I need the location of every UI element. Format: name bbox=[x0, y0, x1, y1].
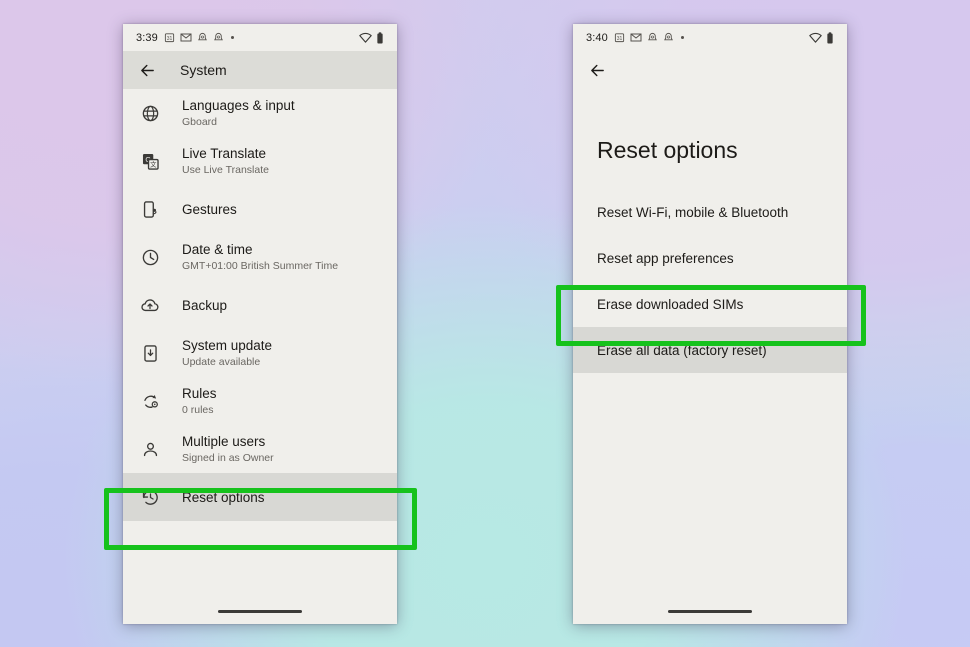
reset-options-list: Reset Wi-Fi, mobile & Bluetooth Reset ap… bbox=[573, 189, 847, 373]
list-item-label: Reset Wi-Fi, mobile & Bluetooth bbox=[597, 204, 789, 220]
back-arrow-icon[interactable] bbox=[589, 62, 606, 79]
list-item-erase-all-data-factory-reset[interactable]: Erase all data (factory reset) bbox=[573, 327, 847, 373]
list-item-title: Date & time bbox=[182, 242, 253, 257]
list-item-reset-app-preferences[interactable]: Reset app preferences bbox=[573, 235, 847, 281]
list-item-title: Backup bbox=[182, 297, 228, 313]
list-item-subtitle: Gboard bbox=[182, 116, 218, 128]
gestures-icon bbox=[137, 200, 163, 219]
notification-icon bbox=[213, 32, 223, 41]
svg-text:文: 文 bbox=[150, 159, 157, 168]
status-bar-system-icons bbox=[359, 31, 384, 44]
sidebar-item-languages-input[interactable]: Languages & input Gboard bbox=[123, 89, 397, 137]
list-item-label: Erase downloaded SIMs bbox=[597, 296, 744, 312]
list-item-text: Rules 0 rules bbox=[182, 385, 217, 417]
phone-screenshot-left: 3:39 31 System Languages & input Gboard … bbox=[123, 24, 397, 624]
system-update-icon bbox=[137, 344, 163, 363]
clock-icon bbox=[137, 248, 163, 267]
list-item-text: Gestures bbox=[182, 201, 237, 218]
notification-icon bbox=[663, 32, 673, 41]
calendar-icon: 31 bbox=[614, 33, 624, 43]
notification-icon bbox=[647, 32, 657, 41]
sidebar-item-date-time[interactable]: Date & time GMT+01:00 British Summer Tim… bbox=[123, 233, 397, 281]
list-item-subtitle: GMT+01:00 British Summer Time bbox=[182, 260, 339, 272]
list-item-title: Reset options bbox=[182, 489, 265, 505]
list-item-title: Multiple users bbox=[182, 434, 266, 449]
status-bar-notification-icons: 31 bbox=[164, 32, 234, 43]
svg-text:31: 31 bbox=[167, 36, 173, 42]
phone-screenshot-right: 3:40 31 Reset options Reset Wi-Fi, mobil… bbox=[573, 24, 847, 624]
battery-icon bbox=[377, 31, 383, 44]
person-icon bbox=[137, 440, 163, 459]
globe-icon bbox=[137, 104, 163, 123]
wifi-icon bbox=[809, 32, 822, 43]
history-icon bbox=[137, 488, 163, 507]
battery-icon bbox=[827, 31, 833, 44]
status-bar-notification-icons: 31 bbox=[614, 32, 684, 43]
list-item-subtitle: 0 rules bbox=[182, 404, 214, 416]
wifi-icon bbox=[359, 32, 372, 43]
list-item-title: Live Translate bbox=[182, 146, 267, 161]
sidebar-item-multiple-users[interactable]: Multiple users Signed in as Owner bbox=[123, 425, 397, 473]
calendar-icon: 31 bbox=[164, 33, 174, 43]
sidebar-item-backup[interactable]: Backup bbox=[123, 281, 397, 329]
status-bar-right: 3:40 31 bbox=[573, 24, 847, 51]
sidebar-item-gestures[interactable]: Gestures bbox=[123, 185, 397, 233]
gmail-icon bbox=[180, 33, 192, 42]
status-bar-left: 3:39 31 bbox=[123, 24, 397, 51]
more-dot-icon bbox=[230, 36, 234, 39]
list-item-label: Erase all data (factory reset) bbox=[597, 342, 767, 358]
status-bar-clock: 3:40 bbox=[586, 31, 608, 44]
status-bar-clock: 3:39 bbox=[136, 31, 158, 44]
sidebar-item-system-update[interactable]: System update Update available bbox=[123, 329, 397, 377]
translate-icon: G 文 bbox=[137, 152, 163, 171]
list-item-text: Reset options bbox=[182, 489, 265, 506]
list-item-text: Multiple users Signed in as Owner bbox=[182, 433, 274, 465]
more-dot-icon bbox=[680, 36, 684, 39]
reset-options-heading: Reset options bbox=[597, 137, 738, 163]
list-item-subtitle: Update available bbox=[182, 356, 261, 368]
back-arrow-icon[interactable] bbox=[139, 62, 156, 79]
system-settings-list: Languages & input Gboard G 文 Live Transl… bbox=[123, 89, 397, 521]
list-item-text: Live Translate Use Live Translate bbox=[182, 145, 269, 177]
list-item-subtitle: Use Live Translate bbox=[182, 164, 269, 176]
list-item-title: Rules bbox=[182, 386, 217, 401]
list-item-label: Reset app preferences bbox=[597, 250, 734, 266]
app-bar-right bbox=[573, 51, 847, 89]
list-item-text: Date & time GMT+01:00 British Summer Tim… bbox=[182, 241, 338, 273]
list-item-text: System update Update available bbox=[182, 337, 272, 369]
list-item-text: Languages & input Gboard bbox=[182, 97, 295, 129]
gmail-icon bbox=[630, 33, 642, 42]
notification-icon bbox=[197, 32, 207, 41]
home-gesture-pill[interactable] bbox=[218, 609, 302, 613]
gesture-nav-bar-left bbox=[123, 598, 397, 624]
app-bar-left: System bbox=[123, 51, 397, 89]
list-item-text: Backup bbox=[182, 297, 227, 314]
list-item-erase-downloaded-sims[interactable]: Erase downloaded SIMs bbox=[573, 281, 847, 327]
list-item-title: Gestures bbox=[182, 201, 237, 217]
list-item-subtitle: Signed in as Owner bbox=[182, 452, 274, 464]
cloud-upload-icon bbox=[137, 295, 163, 315]
sidebar-item-reset-options[interactable]: Reset options bbox=[123, 473, 397, 521]
sidebar-item-rules[interactable]: Rules 0 rules bbox=[123, 377, 397, 425]
list-item-title: Languages & input bbox=[182, 98, 295, 113]
list-item-reset-wifi-mobile-bluetooth[interactable]: Reset Wi-Fi, mobile & Bluetooth bbox=[573, 189, 847, 235]
gesture-nav-bar-right bbox=[573, 598, 847, 624]
svg-text:31: 31 bbox=[617, 36, 623, 42]
home-gesture-pill[interactable] bbox=[668, 609, 752, 613]
list-item-title: System update bbox=[182, 338, 273, 353]
status-bar-system-icons bbox=[809, 31, 834, 44]
page-title: System bbox=[180, 62, 227, 78]
sidebar-item-live-translate[interactable]: G 文 Live Translate Use Live Translate bbox=[123, 137, 397, 185]
rules-icon bbox=[137, 392, 163, 411]
